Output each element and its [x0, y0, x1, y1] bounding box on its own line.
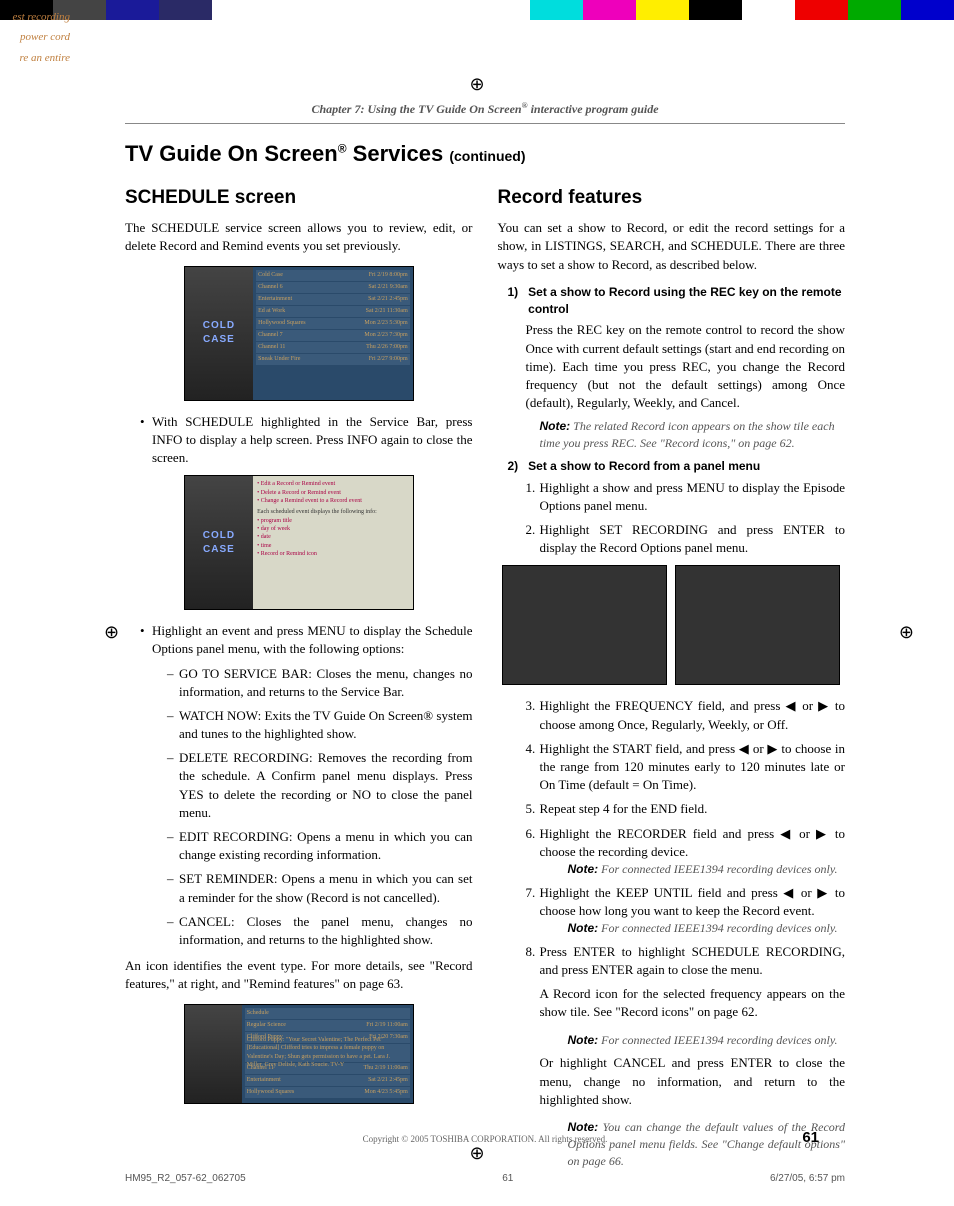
step-4: Highlight the START field, and press ◀ o…	[526, 740, 846, 795]
step-7: Highlight the KEEP UNTIL field and press…	[526, 884, 846, 937]
schedule-intro: The SCHEDULE service screen allows you t…	[125, 219, 473, 255]
step-1: Highlight a show and press MENU to displ…	[526, 479, 846, 515]
record-method-1-note: Note: The related Record icon appears on…	[498, 418, 846, 452]
step-3: Highlight the FREQUENCY field, and press…	[526, 697, 846, 733]
divider	[125, 123, 845, 124]
schedule-bullet-2: Highlight an event and press MENU to dis…	[140, 622, 473, 949]
opt-delete: DELETE RECORDING: Removes the recording …	[167, 749, 473, 822]
opt-reminder: SET REMINDER: Opens a menu in which you …	[167, 870, 473, 906]
opt-edit: EDIT RECORDING: Opens a menu in which yo…	[167, 828, 473, 864]
registration-mark-right: ⊕	[899, 620, 914, 645]
margin-bleed-text: est recording power cord re an entire	[0, 10, 70, 71]
registration-mark-top: ⊕	[469, 72, 484, 97]
right-column: Record features You can set a show to Re…	[498, 185, 846, 1176]
print-footer: HM95_R2_057-62_062705 61 6/27/05, 6:57 p…	[125, 1172, 845, 1186]
print-color-bar	[0, 0, 954, 20]
record-method-1-heading: 1) Set a show to Record using the REC ke…	[498, 284, 846, 318]
record-method-1-body: Press the REC key on the remote control …	[498, 321, 846, 412]
chapter-header: Chapter 7: Using the TV Guide On Screen®…	[125, 100, 845, 118]
page-number: 61	[802, 1127, 819, 1148]
record-screenshots	[498, 565, 846, 685]
record-intro: You can set a show to Record, or edit th…	[498, 219, 846, 274]
left-column: SCHEDULE screen The SCHEDULE service scr…	[125, 185, 473, 1176]
opt-watch: WATCH NOW: Exits the TV Guide On Screen®…	[167, 707, 473, 743]
step-2: Highlight SET RECORDING and press ENTER …	[526, 521, 846, 557]
opt-goto: GO TO SERVICE BAR: Closes the menu, chan…	[167, 665, 473, 701]
record-heading: Record features	[498, 185, 846, 212]
schedule-screenshot-3: Schedule Regular ScienceFri 2/19 11:00am…	[184, 1004, 414, 1104]
page-title: TV Guide On Screen® Services (continued)	[125, 139, 845, 170]
schedule-tail: An icon identifies the event type. For m…	[125, 957, 473, 993]
schedule-bullet-1: With SCHEDULE highlighted in the Service…	[140, 413, 473, 468]
copyright: Copyright © 2005 TOSHIBA CORPORATION. Al…	[125, 1133, 845, 1146]
step-5: Repeat step 4 for the END field.	[526, 800, 846, 818]
opt-cancel: CANCEL: Closes the panel menu, changes n…	[167, 913, 473, 949]
record-method-2-heading: 2) Set a show to Record from a panel men…	[498, 458, 846, 475]
registration-mark-left: ⊕	[104, 620, 119, 645]
step-6: Highlight the RECORDER field and press ◀…	[526, 825, 846, 878]
schedule-screenshot-2: COLDCASE • Edit a Record or Remind event…	[184, 475, 414, 610]
schedule-screenshot-1: COLDCASE Cold CaseFri 2/19 8:00pm Channe…	[184, 266, 414, 401]
schedule-heading: SCHEDULE screen	[125, 185, 473, 212]
